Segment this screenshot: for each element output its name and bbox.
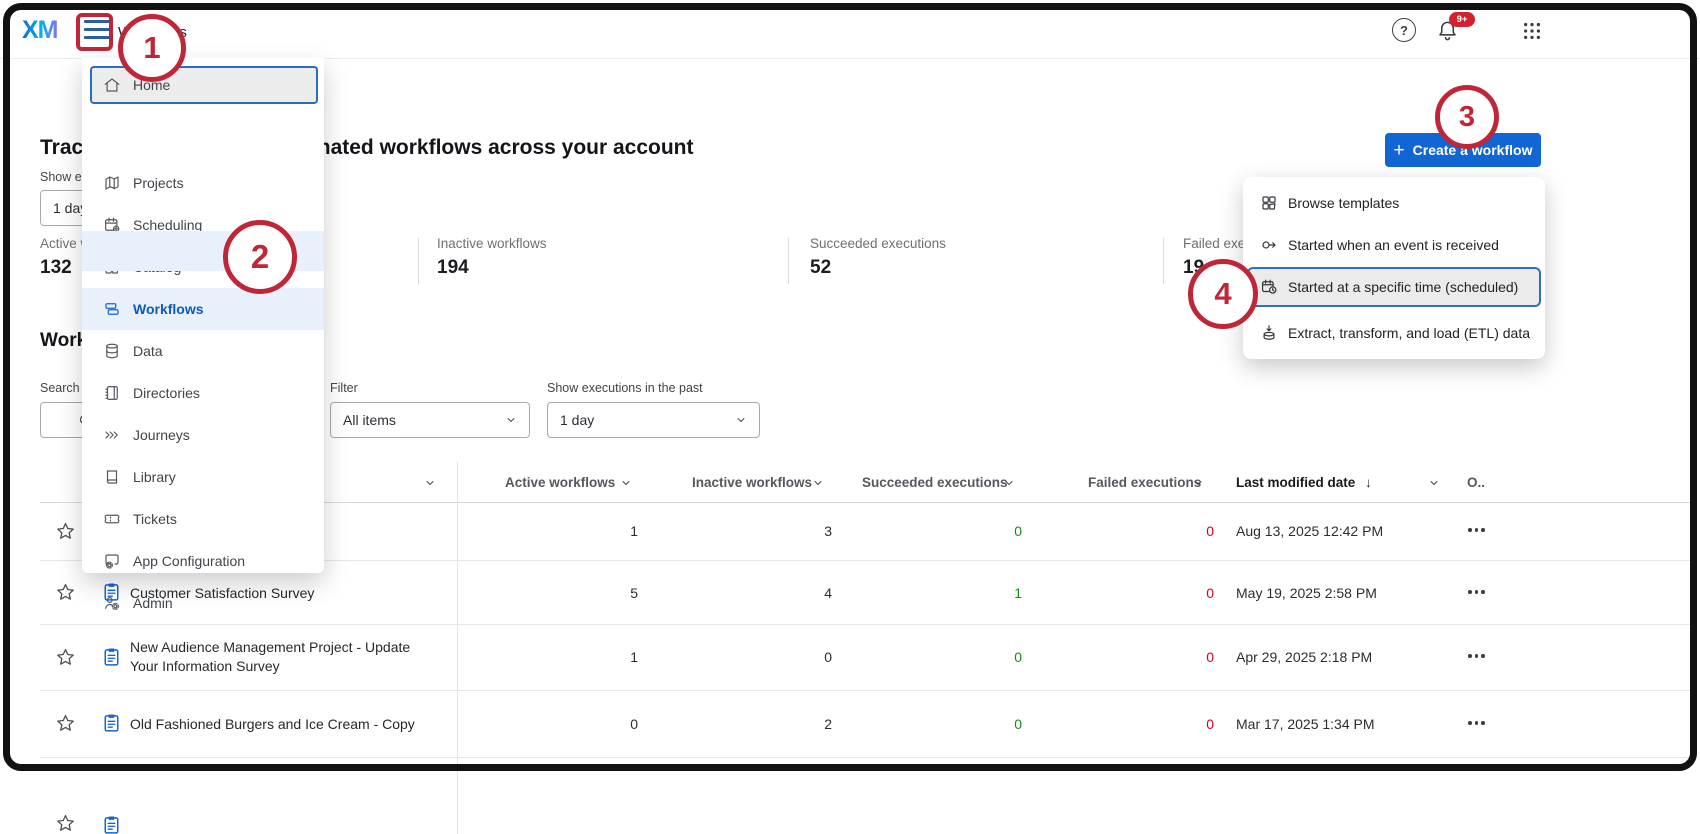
nav-item-data[interactable]: Data <box>82 330 324 372</box>
star-icon[interactable] <box>55 813 76 834</box>
row-divider <box>40 690 1692 691</box>
annotation-step-1: 1 <box>118 14 186 82</box>
help-icon: ? <box>1392 18 1416 42</box>
xm-logo: XM <box>22 16 58 45</box>
home-icon <box>103 76 121 94</box>
nav-item-library[interactable]: Library <box>82 456 324 498</box>
survey-document-icon <box>103 647 120 667</box>
star-icon[interactable] <box>55 713 76 734</box>
column-header-last-modified-date[interactable]: Last modified date ↓ <box>1236 475 1372 490</box>
divider <box>418 238 419 284</box>
admin-icon <box>103 594 121 612</box>
nav-item-projects[interactable]: Projects <box>82 162 324 204</box>
stat-inactive-workflows: Inactive workflows 194 <box>437 236 547 279</box>
nav-menu: Home Projects Scheduling Catalog Workflo… <box>82 58 324 573</box>
column-header-failed-executions[interactable]: Failed executions <box>1088 475 1201 490</box>
nav-item-journeys[interactable]: Journeys <box>82 414 324 456</box>
data-icon <box>103 342 121 360</box>
column-header-succeeded-executions[interactable]: Succeeded executions <box>862 475 1008 490</box>
plus-icon: + <box>1394 141 1405 160</box>
row-actions-button[interactable] <box>1468 654 1485 658</box>
journeys-icon <box>103 426 121 444</box>
row-divider <box>40 624 1692 625</box>
menu-item-event-workflow[interactable]: Started when an event is received <box>1243 223 1545 267</box>
row-actions-button[interactable] <box>1468 528 1485 532</box>
sort-descending-icon: ↓ <box>1365 475 1372 490</box>
executions-period-label: Show executions in the past <box>547 381 703 395</box>
directories-icon <box>103 384 121 402</box>
filter-label: Filter <box>330 381 358 395</box>
nav-item-workflows[interactable]: Workflows <box>82 288 324 330</box>
annotation-step-2: 2 <box>223 220 297 294</box>
library-icon <box>103 468 121 486</box>
menu-item-scheduled-workflow[interactable]: Started at a specific time (scheduled) <box>1247 267 1541 307</box>
divider <box>788 238 789 284</box>
annotation-step-4: 4 <box>1188 259 1258 329</box>
star-icon[interactable] <box>55 521 76 542</box>
annotation-step-3: 3 <box>1435 85 1499 149</box>
help-button[interactable]: ? <box>1391 17 1417 43</box>
notification-badge: 9+ <box>1449 12 1475 27</box>
event-icon <box>1260 236 1278 254</box>
stat-succeeded-executions: Succeeded executions 52 <box>810 236 946 279</box>
nav-item-home[interactable]: Home <box>90 66 318 104</box>
column-divider <box>457 462 458 834</box>
search-label: Search <box>40 381 80 395</box>
menu-item-browse-templates[interactable]: Browse templates <box>1243 181 1545 225</box>
row-actions-button[interactable] <box>1468 721 1485 725</box>
tickets-icon <box>103 510 121 528</box>
survey-document-icon <box>103 713 120 733</box>
chevron-down-icon[interactable] <box>1428 477 1440 489</box>
row-actions-button[interactable] <box>1468 590 1485 594</box>
projects-icon <box>103 174 121 192</box>
apps-grid-button[interactable] <box>1519 18 1545 44</box>
create-workflow-menu: Browse templates Started when an event i… <box>1243 177 1545 359</box>
etl-database-icon <box>1260 324 1278 342</box>
workflows-icon <box>103 300 121 318</box>
nav-item-tickets[interactable]: Tickets <box>82 498 324 540</box>
chevron-down-icon[interactable] <box>812 477 824 489</box>
browse-templates-icon <box>1260 194 1278 212</box>
filter-select[interactable]: All items <box>330 402 530 438</box>
app-window: XM Workflows ? 9+ C Track the execution … <box>0 0 1700 834</box>
apps-grid-icon <box>1521 20 1543 42</box>
chevron-down-icon[interactable] <box>424 477 436 489</box>
chevron-down-icon[interactable] <box>1003 477 1015 489</box>
menu-item-etl-workflow[interactable]: Extract, transform, and load (ETL) data <box>1243 311 1545 355</box>
chevron-down-icon <box>505 414 517 426</box>
nav-item-app-configuration[interactable]: App Configuration <box>82 540 324 582</box>
hamburger-menu-button[interactable] <box>84 20 112 44</box>
star-icon[interactable] <box>55 582 76 603</box>
column-header-active-workflows[interactable]: Active workflows <box>505 475 615 490</box>
app-configuration-icon <box>103 552 121 570</box>
hamburger-icon <box>84 20 110 23</box>
chevron-down-icon[interactable] <box>1192 477 1204 489</box>
survey-document-icon <box>103 815 120 834</box>
chevron-down-icon[interactable] <box>620 477 632 489</box>
column-header-options[interactable]: O.. <box>1467 475 1485 490</box>
chevron-down-icon <box>735 414 747 426</box>
executions-period-select[interactable]: 1 day <box>547 402 760 438</box>
star-icon[interactable] <box>55 647 76 668</box>
workflow-name[interactable]: New Audience Management Project - Update… <box>130 638 435 676</box>
workflow-name[interactable]: Old Fashioned Burgers and Ice Cream - Co… <box>130 716 415 732</box>
scheduled-calendar-clock-icon <box>1260 278 1278 296</box>
divider <box>1163 238 1164 284</box>
column-header-inactive-workflows[interactable]: Inactive workflows <box>692 475 812 490</box>
nav-item-admin[interactable]: Admin <box>82 582 324 624</box>
row-divider <box>40 757 1692 758</box>
nav-item-directories[interactable]: Directories <box>82 372 324 414</box>
